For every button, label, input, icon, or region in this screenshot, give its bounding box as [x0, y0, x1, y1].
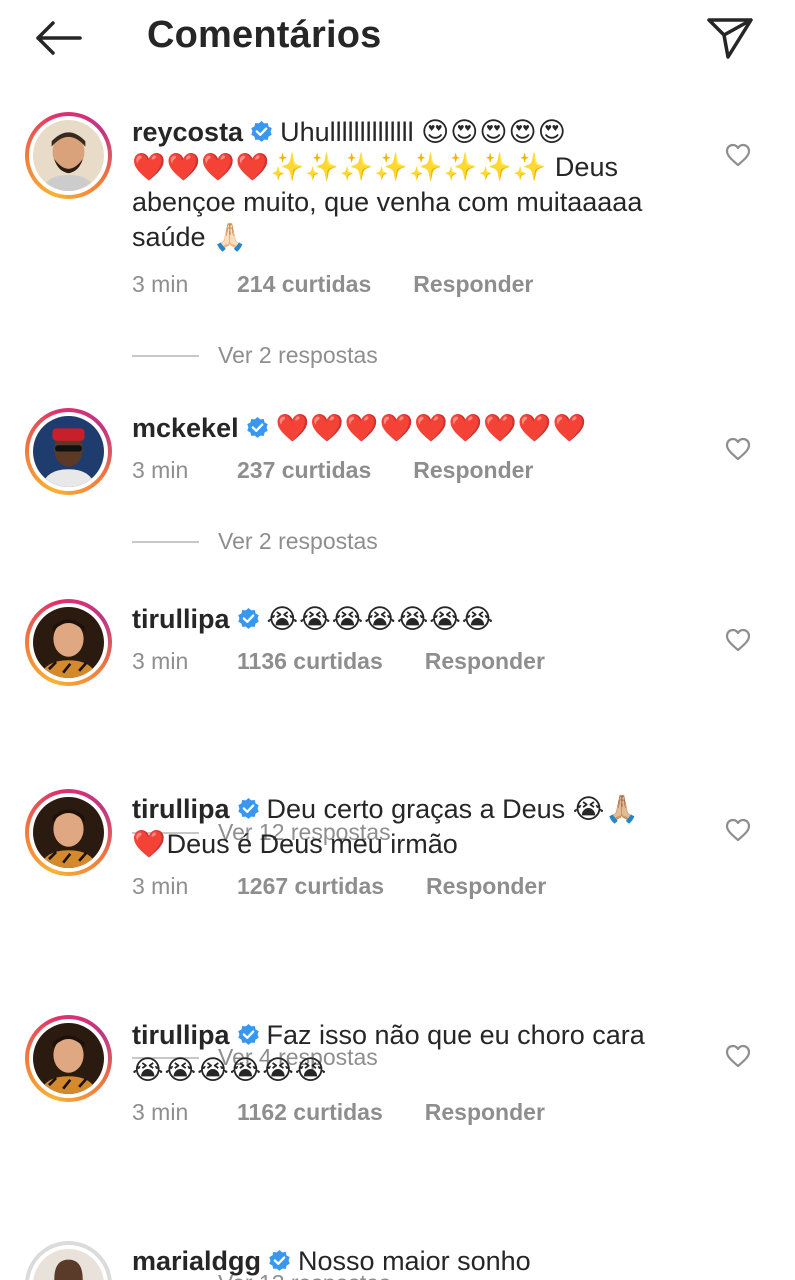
view-replies-button[interactable]: Ver 2 respostas: [132, 342, 378, 369]
reply-button[interactable]: Responder: [413, 271, 533, 298]
avatar-story-ring[interactable]: [25, 408, 112, 495]
comment-emoji: ❤️❤️❤️❤️✨✨✨✨✨✨✨✨: [132, 152, 548, 182]
likes-count[interactable]: 214 curtidas: [237, 271, 371, 298]
like-button[interactable]: [722, 814, 754, 846]
username-link[interactable]: tirullipa: [132, 1020, 230, 1050]
comment-text-part: Faz isso não que eu choro cara: [266, 1020, 645, 1050]
comment-text: mckekel ❤️❤️❤️❤️❤️❤️❤️❤️❤️: [132, 411, 707, 446]
comment-meta: 3 min 214 curtidas Responder: [132, 271, 533, 298]
comment-emoji: 🙏🏻: [213, 222, 247, 252]
heart-icon: [725, 818, 751, 842]
comment-emoji: 😭🙏🏼: [572, 794, 640, 824]
likes-count[interactable]: 1267 curtidas: [237, 873, 384, 900]
comment-time: 3 min: [132, 1099, 189, 1125]
likes-count[interactable]: 1162 curtidas: [237, 1099, 383, 1126]
heart-icon: [725, 143, 751, 167]
avatar-image: [33, 607, 104, 678]
comment-text: tirullipa Deu certo graças a Deus 😭🙏🏼 ❤️De…: [132, 792, 707, 862]
avatar: [33, 797, 104, 868]
verified-badge-icon: [251, 121, 272, 142]
comment-item: tirullipa Faz isso não que eu choro cara 😭…: [0, 998, 795, 1280]
comment-time: 3 min: [132, 648, 189, 674]
avatar-image: [33, 797, 104, 868]
username-link[interactable]: tirullipa: [132, 604, 230, 634]
heart-icon: [725, 437, 751, 461]
comment-text: tirullipa 😭😭😭😭😭😭😭: [132, 602, 707, 637]
header-bar: Comentários: [0, 0, 795, 80]
like-button[interactable]: [722, 139, 754, 171]
comment-text-part: Nosso maior sonho: [298, 1246, 531, 1276]
replies-divider: [132, 354, 199, 357]
avatar: [33, 1249, 104, 1280]
comment-emoji: ❤️: [132, 829, 167, 859]
comment-time: 3 min: [132, 271, 189, 297]
avatar: [33, 1023, 104, 1094]
verified-badge-icon: [237, 608, 259, 629]
view-replies-label: Ver 2 respostas: [218, 342, 378, 368]
page-title: Comentários: [147, 14, 382, 56]
reply-button[interactable]: Responder: [425, 1099, 545, 1126]
like-button[interactable]: [722, 624, 754, 656]
avatar-image: [33, 416, 104, 487]
comment-text: reycosta Uhullllllllllllll 😍😍😍😍😍 ❤️❤️❤️❤️✨…: [132, 115, 707, 255]
likes-count[interactable]: 1136 curtidas: [237, 648, 383, 675]
comment-time: 3 min: [132, 873, 189, 899]
replies-divider: [132, 540, 199, 543]
comment-emoji: 😭😭😭😭😭😭: [132, 1055, 328, 1085]
comment-item: marialdgg Nosso maior sonho: [0, 1224, 795, 1280]
comment-item: reycosta Uhullllllllllllll 😍😍😍😍😍 ❤️❤️❤️❤️✨…: [0, 95, 795, 385]
avatar-image: [33, 1249, 104, 1280]
comment-meta: 3 min 1136 curtidas Responder: [132, 648, 545, 675]
avatar-image: [33, 1023, 104, 1094]
reply-button[interactable]: Responder: [413, 457, 533, 484]
back-button[interactable]: [30, 14, 86, 62]
avatar: [33, 607, 104, 678]
verified-badge-icon: [269, 1250, 290, 1271]
comment-text-part: Uhullllllllllllll: [280, 117, 414, 147]
comment-emoji: 😭😭😭😭😭😭😭: [266, 604, 495, 634]
comment-time: 3 min: [132, 457, 189, 483]
like-button[interactable]: [722, 433, 754, 465]
comment-item: tirullipa Deu certo graças a Deus 😭🙏🏼 ❤️De…: [0, 772, 795, 1070]
username-link[interactable]: tirullipa: [132, 794, 230, 824]
username-link[interactable]: mckekel: [132, 413, 239, 443]
paper-plane-icon: [707, 18, 753, 59]
comment-meta: 3 min 1267 curtidas Responder: [132, 873, 546, 900]
comment-meta: 3 min 1162 curtidas Responder: [132, 1099, 545, 1126]
avatar-story-ring[interactable]: [25, 1015, 112, 1102]
avatar-story-ring[interactable]: [25, 1241, 112, 1280]
view-replies-button[interactable]: Ver 2 respostas: [132, 528, 378, 555]
verified-badge-icon: [246, 417, 268, 438]
comment-item: tirullipa 😭😭😭😭😭😭😭 3 min 1136 curtidas Res…: [0, 582, 795, 845]
verified-badge-icon: [237, 1024, 259, 1045]
reply-button[interactable]: Responder: [425, 648, 545, 675]
username-link[interactable]: reycosta: [132, 117, 243, 147]
avatar-story-ring[interactable]: [25, 599, 112, 686]
likes-count[interactable]: 237 curtidas: [237, 457, 371, 484]
comment-text-part: Deus é Deus meu irmão: [166, 829, 458, 859]
avatar-story-ring[interactable]: [25, 112, 112, 199]
username-link[interactable]: marialdgg: [132, 1246, 261, 1276]
comment-meta: 3 min 237 curtidas Responder: [132, 457, 533, 484]
avatar: [33, 120, 104, 191]
verified-badge-icon: [237, 798, 259, 819]
comment-item: mckekel ❤️❤️❤️❤️❤️❤️❤️❤️❤️ 3 min 237 curt…: [0, 391, 795, 581]
heart-icon: [725, 1044, 751, 1068]
arrow-left-icon: [36, 21, 82, 55]
avatar: [33, 416, 104, 487]
heart-icon: [725, 628, 751, 652]
comment-emoji: ❤️❤️❤️❤️❤️❤️❤️❤️❤️: [275, 413, 588, 443]
share-button[interactable]: [700, 12, 760, 64]
comment-text-part: Deu certo graças a Deus: [266, 794, 566, 824]
like-button[interactable]: [722, 1040, 754, 1072]
comment-text: marialdgg Nosso maior sonho: [132, 1244, 707, 1279]
avatar-image: [33, 120, 104, 191]
avatar-story-ring[interactable]: [25, 789, 112, 876]
comment-text: tirullipa Faz isso não que eu choro cara 😭…: [132, 1018, 707, 1088]
comment-emoji: 😍😍😍😍😍: [421, 117, 567, 147]
view-replies-label: Ver 2 respostas: [218, 528, 378, 554]
reply-button[interactable]: Responder: [426, 873, 546, 900]
